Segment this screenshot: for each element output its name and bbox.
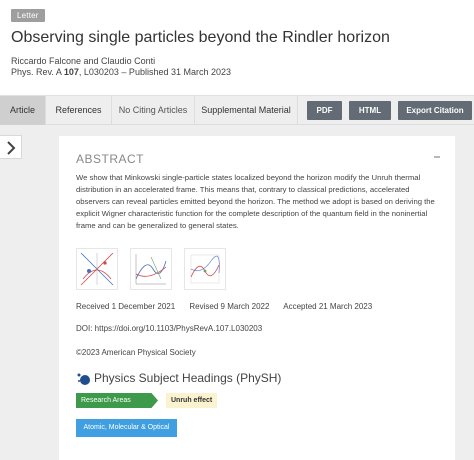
chevron-right-icon [7, 141, 16, 155]
article-header: Letter Observing single particles beyond… [0, 0, 474, 95]
received-date: Received 1 December 2021 [76, 302, 176, 311]
article-type-badge: Letter [11, 9, 45, 22]
journal-volume: 107 [63, 67, 79, 77]
tab-citing-articles[interactable]: No Citing Articles [112, 96, 195, 125]
article-nav-bar: Article References No Citing Articles Su… [0, 95, 474, 125]
abstract-heading: ABSTRACT [76, 152, 145, 166]
figure-1-diagram [80, 252, 114, 286]
figure-2-plot [135, 254, 167, 285]
accepted-date: Accepted 21 March 2023 [283, 302, 373, 311]
figure-thumbnail[interactable] [76, 248, 118, 290]
collapse-minus-icon[interactable] [432, 152, 442, 162]
article-title: Observing single particles beyond the Ri… [11, 29, 390, 46]
copyright-notice: ©2023 American Physical Society [76, 348, 196, 357]
figure-3-plot [190, 254, 220, 284]
doi-link[interactable]: DOI: https://doi.org/10.1103/PhysRevA.10… [76, 324, 262, 333]
research-area-tag[interactable]: Unruh effect [166, 393, 218, 408]
abstract-panel: ABSTRACT We show that Minkowski single-p… [59, 136, 455, 460]
research-areas-label: Research Areas [76, 393, 158, 408]
figure-thumbnail[interactable] [184, 248, 226, 290]
journal-prefix: Phys. Rev. A [11, 67, 64, 77]
physh-heading: Physics Subject Headings (PhySH) [94, 371, 282, 385]
revised-date: Revised 9 March 2022 [189, 302, 270, 311]
tab-article[interactable]: Article [0, 96, 46, 125]
abstract-text: We show that Minkowski single-particle s… [76, 173, 435, 230]
tab-references[interactable]: References [46, 96, 112, 125]
sidebar-toggle[interactable] [0, 135, 22, 159]
publication-dates: Received 1 December 2021 Revised 9 March… [76, 302, 384, 311]
html-button[interactable]: HTML [349, 101, 391, 120]
article-authors[interactable]: Riccardo Falcone and Claudio Conti [11, 56, 155, 66]
subject-area-button[interactable]: Atomic, Molecular & Optical [76, 419, 177, 437]
pdf-button[interactable]: PDF [307, 101, 342, 120]
tab-supplemental-material[interactable]: Supplemental Material [195, 96, 298, 125]
article-citation: Phys. Rev. A 107, L030203 – Published 31… [11, 67, 231, 77]
citation-rest: , L030203 – Published 31 March 2023 [78, 67, 232, 77]
figure-thumbnail[interactable] [130, 248, 172, 290]
export-citation-button[interactable]: Export Citation [398, 101, 472, 120]
